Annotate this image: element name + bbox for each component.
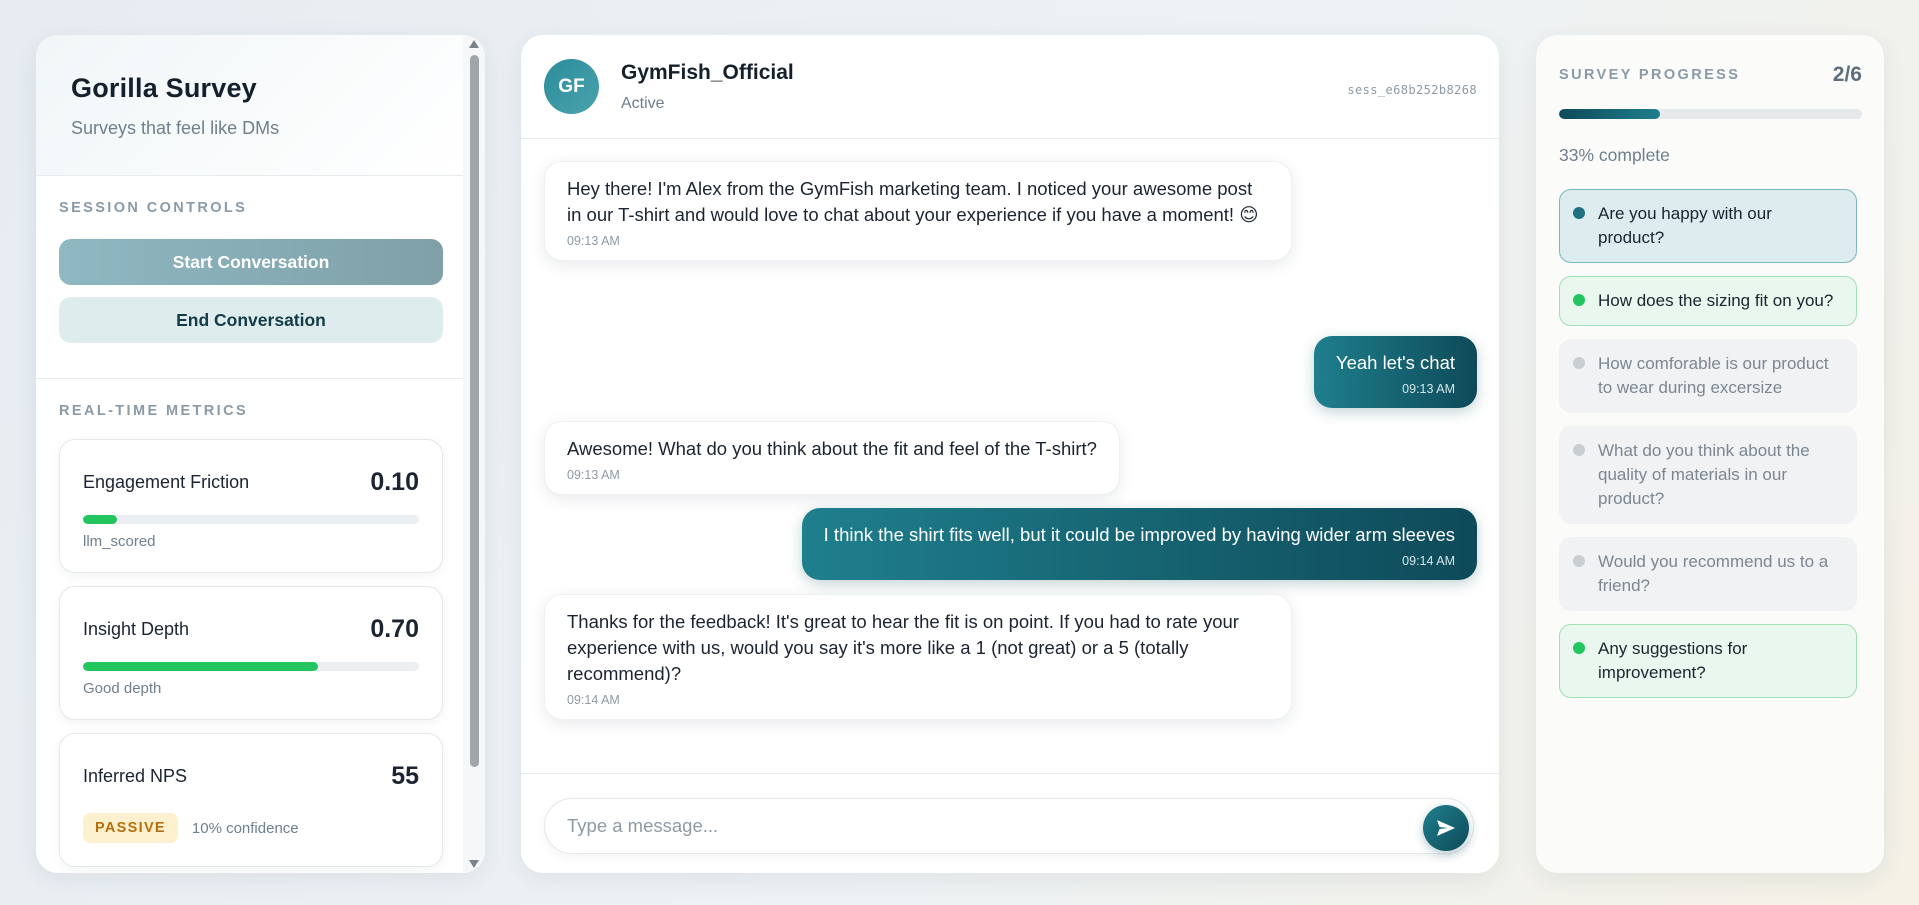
survey-progress-bar-fill: [1559, 109, 1660, 119]
end-conversation-button[interactable]: End Conversation: [59, 297, 443, 343]
message-text: Yeah let's chat: [1335, 352, 1455, 373]
outgoing-message: I think the shirt fits well, but it coul…: [801, 508, 1477, 580]
question-status-dot-icon: [1573, 555, 1585, 567]
session-id: sess_e68b252b8268: [1347, 83, 1477, 97]
question-status-dot-icon: [1573, 642, 1585, 654]
survey-progress-panel: SURVEY PROGRESS 2/6 33% complete Are you…: [1536, 35, 1884, 873]
message-time: 09:14 AM: [567, 693, 620, 707]
chat-header: GF GymFish_Official Active sess_e68b252b…: [521, 35, 1499, 139]
message-time: 09:13 AM: [1402, 382, 1455, 396]
message-text: Awesome! What do you think about the fit…: [567, 438, 1097, 459]
question-item[interactable]: Any suggestions for improvement?: [1559, 624, 1857, 698]
metrics-label: REAL-TIME METRICS: [59, 403, 249, 419]
question-item[interactable]: Would you recommend us to a friend?: [1559, 537, 1857, 611]
scroll-up-arrow-icon[interactable]: [469, 40, 479, 48]
survey-progress-percent: 33% complete: [1559, 145, 1670, 165]
message-composer: [521, 773, 1499, 873]
send-button[interactable]: [1423, 805, 1469, 851]
engagement-friction-bar-fill: [83, 515, 117, 524]
app-title: Gorilla Survey: [71, 73, 257, 103]
metrics-section: REAL-TIME METRICS Engagement Friction 0.…: [36, 379, 463, 867]
question-text: How does the sizing fit on you?: [1598, 291, 1834, 310]
incoming-message: Thanks for the feedback! It's great to h…: [544, 594, 1292, 720]
question-text: What do you think about the quality of m…: [1598, 441, 1810, 508]
metric-note: llm_scored: [83, 533, 156, 550]
message-list: Hey there! I'm Alex from the GymFish mar…: [521, 139, 1499, 773]
survey-progress-label: SURVEY PROGRESS: [1559, 67, 1741, 83]
chat-panel: GF GymFish_Official Active sess_e68b252b…: [521, 35, 1499, 873]
engagement-friction-card: Engagement Friction 0.10 llm_scored: [59, 439, 443, 573]
metric-value: 55: [391, 762, 419, 790]
message-time: 09:13 AM: [567, 234, 620, 248]
question-item[interactable]: Are you happy with our product?: [1559, 189, 1857, 263]
question-list: Are you happy with our product? How does …: [1559, 189, 1857, 711]
session-controls-section: SESSION CONTROLS Start Conversation End …: [36, 176, 463, 343]
nps-category-badge: PASSIVE: [83, 813, 178, 843]
contact-name: GymFish_Official: [621, 61, 794, 84]
message-text: I think the shirt fits well, but it coul…: [823, 524, 1455, 545]
message-time: 09:14 AM: [1402, 554, 1455, 568]
incoming-message: Hey there! I'm Alex from the GymFish mar…: [544, 161, 1292, 261]
message-text: Thanks for the feedback! It's great to h…: [567, 611, 1239, 684]
outgoing-message: Yeah let's chat 09:13 AM: [1313, 336, 1477, 408]
insight-depth-card: Insight Depth 0.70 Good depth: [59, 586, 443, 720]
survey-progress-bar: [1559, 109, 1862, 119]
engagement-friction-bar: [83, 515, 419, 524]
question-item[interactable]: How does the sizing fit on you?: [1559, 276, 1857, 326]
metric-value: 0.10: [370, 468, 419, 496]
metric-name: Engagement Friction: [83, 472, 250, 492]
question-item[interactable]: What do you think about the quality of m…: [1559, 426, 1857, 524]
metric-note: Good depth: [83, 680, 162, 697]
incoming-message: Awesome! What do you think about the fit…: [544, 421, 1120, 495]
contact-status: Active: [621, 95, 665, 112]
question-status-dot-icon: [1573, 207, 1585, 219]
metric-value: 0.70: [370, 615, 419, 643]
insight-depth-bar: [83, 662, 419, 671]
start-conversation-button[interactable]: Start Conversation: [59, 239, 443, 285]
left-panel-scroll-area: Gorilla Survey Surveys that feel like DM…: [36, 35, 463, 873]
message-time: 09:13 AM: [567, 468, 620, 482]
question-text: How comforable is our product to wear du…: [1598, 354, 1829, 397]
session-controls-label: SESSION CONTROLS: [59, 200, 248, 216]
inferred-nps-card: Inferred NPS 55 PASSIVE 10% confidence: [59, 733, 443, 867]
question-status-dot-icon: [1573, 294, 1585, 306]
metric-name: Inferred NPS: [83, 766, 188, 786]
avatar: GF: [544, 59, 599, 114]
nps-confidence: 10% confidence: [191, 819, 299, 837]
message-input[interactable]: [544, 798, 1474, 854]
app-subtitle: Surveys that feel like DMs: [71, 118, 280, 138]
brand-header: Gorilla Survey Surveys that feel like DM…: [36, 35, 463, 176]
question-status-dot-icon: [1573, 357, 1585, 369]
metric-name: Insight Depth: [83, 619, 190, 639]
send-icon: [1437, 820, 1455, 836]
survey-progress-count: 2/6: [1832, 63, 1862, 86]
scroll-down-arrow-icon[interactable]: [469, 860, 479, 868]
insight-depth-bar-fill: [83, 662, 319, 671]
left-panel: Gorilla Survey Surveys that feel like DM…: [36, 35, 485, 873]
question-text: Are you happy with our product?: [1598, 204, 1772, 247]
message-text: Hey there! I'm Alex from the GymFish mar…: [567, 178, 1259, 225]
question-status-dot-icon: [1573, 444, 1585, 456]
question-item[interactable]: How comforable is our product to wear du…: [1559, 339, 1857, 413]
scrollbar-thumb[interactable]: [470, 55, 479, 767]
question-text: Any suggestions for improvement?: [1598, 639, 1748, 682]
question-text: Would you recommend us to a friend?: [1598, 552, 1829, 595]
